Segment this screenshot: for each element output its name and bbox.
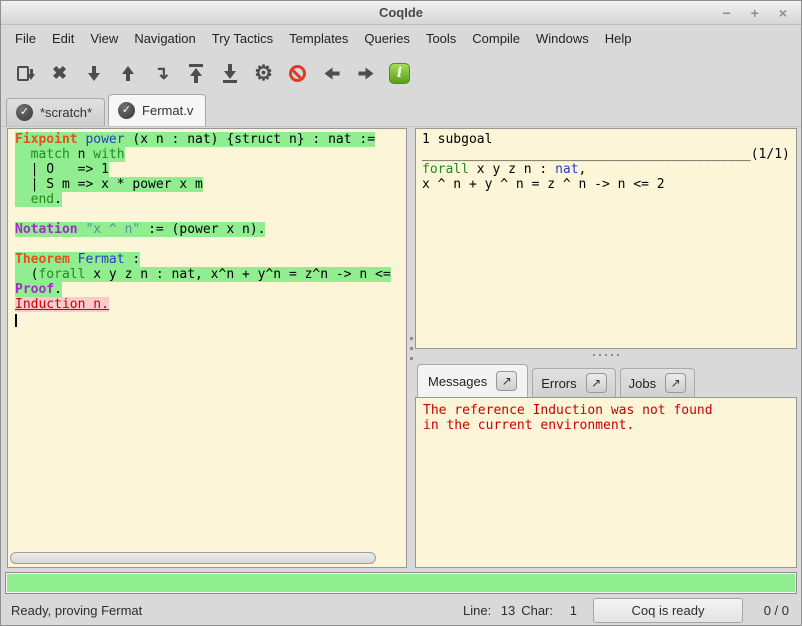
status-text: Ready, proving Fermat	[11, 603, 142, 618]
detach-icon[interactable]: ↗	[586, 373, 607, 393]
code-line: (forall x y z n : nat, x^n + y^n = z^n -…	[15, 267, 406, 282]
code-line: The reference Induction was not found	[423, 402, 789, 417]
code-line: x ^ n + y ^ n = z ^ n -> n <= 2	[422, 177, 790, 192]
messages-tab-messages[interactable]: Messages ↗	[417, 364, 528, 397]
menu-queries[interactable]: Queries	[356, 27, 418, 50]
tab-bar: ✓ *scratch* ✓ Fermat.v	[1, 94, 801, 126]
menu-view[interactable]: View	[82, 27, 126, 50]
maximize-icon[interactable]: +	[751, 6, 759, 20]
code-line: Proof.	[15, 282, 406, 297]
code-line: in the current environment.	[423, 417, 789, 432]
code-line: forall x y z n : nat,	[422, 162, 790, 177]
window-controls: − + ×	[722, 6, 801, 20]
code-line: match n with	[15, 147, 406, 162]
tab-label: *scratch*	[40, 105, 92, 120]
char-value: 1	[559, 603, 577, 618]
status-bar: Ready, proving Fermat Line: 13 Char: 1 C…	[1, 595, 801, 625]
forward-icon[interactable]	[351, 57, 380, 89]
tab-check-icon: ✓	[16, 104, 33, 121]
messages-tab-bar: Messages ↗ Errors ↗ Jobs ↗	[415, 361, 797, 397]
code-line: Induction n.	[15, 297, 406, 312]
menu-help[interactable]: Help	[597, 27, 640, 50]
messages-tab-label: Jobs	[629, 376, 656, 391]
code-editor-panel: Fixpoint power (x n : nat) {struct n} : …	[7, 128, 407, 568]
jobs-counter: 0 / 0	[759, 603, 789, 618]
messages-tab-errors[interactable]: Errors ↗	[532, 368, 615, 397]
tab--scratch-[interactable]: ✓ *scratch*	[6, 98, 105, 126]
menu-tools[interactable]: Tools	[418, 27, 464, 50]
menu-try-tactics[interactable]: Try Tactics	[204, 27, 281, 50]
horizontal-scrollbar[interactable]	[10, 551, 404, 565]
progress-bar	[5, 572, 797, 594]
fully-check-icon[interactable]: ⚙	[249, 57, 278, 89]
menu-bar: FileEditViewNavigationTry TacticsTemplat…	[1, 25, 801, 52]
messages-tab-label: Errors	[541, 376, 576, 391]
code-line: | S m => x * power x m	[15, 177, 406, 192]
code-editor[interactable]: Fixpoint power (x n : nat) {struct n} : …	[8, 129, 406, 550]
menu-file[interactable]: File	[7, 27, 44, 50]
pane-splitter-vertical[interactable]	[407, 128, 415, 568]
code-line: ________________________________________…	[422, 147, 790, 162]
code-line: Theorem Fermat :	[15, 252, 406, 267]
step-forward-icon[interactable]	[79, 57, 108, 89]
line-value: 13	[497, 603, 515, 618]
goal-view: 1 subgoal_______________________________…	[415, 128, 797, 349]
interrupt-icon[interactable]	[283, 57, 312, 89]
menu-templates[interactable]: Templates	[281, 27, 356, 50]
coqide-window: CoqIde − + × FileEditViewNavigationTry T…	[0, 0, 802, 626]
tab-fermat-v[interactable]: ✓ Fermat.v	[108, 94, 206, 126]
messages-view: The reference Induction was not foundin …	[415, 397, 797, 568]
detach-icon[interactable]: ↗	[665, 373, 686, 393]
messages-tab-label: Messages	[428, 374, 487, 389]
right-column: 1 subgoal_______________________________…	[415, 128, 797, 568]
coq-status: Coq is ready	[593, 598, 743, 623]
back-icon[interactable]	[317, 57, 346, 89]
pane-splitter-horizontal[interactable]	[415, 349, 797, 361]
go-to-cursor-icon[interactable]: ↴	[147, 57, 176, 89]
tab-check-icon: ✓	[118, 102, 135, 119]
close-icon[interactable]: ✖	[45, 57, 74, 89]
about-icon[interactable]: i	[385, 57, 414, 89]
detach-icon[interactable]: ↗	[496, 371, 517, 391]
tab-label: Fermat.v	[142, 103, 193, 118]
code-line	[15, 207, 406, 222]
close-icon[interactable]: ×	[779, 6, 787, 20]
code-line	[15, 312, 406, 327]
char-label: Char:	[521, 603, 553, 618]
main-split: Fixpoint power (x n : nat) {struct n} : …	[1, 126, 801, 570]
window-title: CoqIde	[1, 5, 801, 20]
restart-icon[interactable]	[181, 57, 210, 89]
code-line: | O => 1	[15, 162, 406, 177]
line-label: Line:	[463, 603, 491, 618]
code-line	[15, 237, 406, 252]
menu-edit[interactable]: Edit	[44, 27, 82, 50]
step-backward-icon[interactable]	[113, 57, 142, 89]
text-caret	[15, 314, 17, 327]
code-line: 1 subgoal	[422, 132, 790, 147]
code-line: end.	[15, 192, 406, 207]
menu-compile[interactable]: Compile	[464, 27, 528, 50]
scrollbar-thumb[interactable]	[10, 552, 376, 564]
menu-navigation[interactable]: Navigation	[126, 27, 203, 50]
toolbar: ✖ ↴ ⚙ i	[1, 52, 801, 94]
save-icon[interactable]	[11, 57, 40, 89]
title-bar: CoqIde − + ×	[1, 1, 801, 25]
code-line: Notation "x ^ n" := (power x n).	[15, 222, 406, 237]
code-line: Fixpoint power (x n : nat) {struct n} : …	[15, 132, 406, 147]
menu-windows[interactable]: Windows	[528, 27, 597, 50]
minimize-icon[interactable]: −	[722, 6, 730, 20]
messages-tab-jobs[interactable]: Jobs ↗	[620, 368, 695, 397]
go-to-end-icon[interactable]	[215, 57, 244, 89]
